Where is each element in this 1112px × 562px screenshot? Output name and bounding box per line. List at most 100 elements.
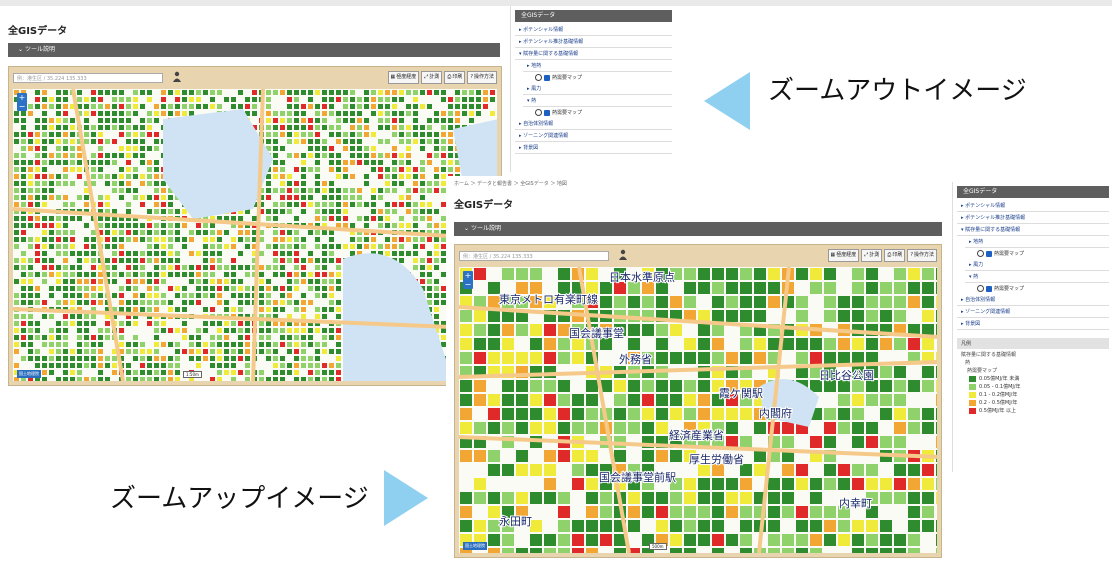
map-frame: 例：港生区 / 35.224 135.333 ▦ 極度経度 ⤢ 計測 ⎙ 印刷 ? 操作… xyxy=(454,244,942,558)
layer-tree-item[interactable]: ▾ 賦存量に関する基礎情報 xyxy=(515,48,672,60)
measure-icon: ⤢ xyxy=(864,252,869,258)
layer-tree-item[interactable]: ▸ ポテンシャル情報 xyxy=(515,24,672,36)
map-attribution: 国土地理院 xyxy=(17,370,41,378)
help-button[interactable]: ? 操作方法 xyxy=(907,249,937,262)
map-tools: ▦ 極度経度 ⤢ 計測 ⎙ 印刷 ? 操作方法 xyxy=(387,71,497,84)
legend-group: 賦存量に関する基礎情報 xyxy=(961,352,1017,358)
layer-label: 熱需要マップ xyxy=(994,286,1025,292)
legend-label: 0.1 - 0.2億MJ/年 xyxy=(979,392,1018,398)
legend-layer: 熱需要マップ xyxy=(967,368,998,374)
map-place-label: 国会議事堂 xyxy=(569,326,624,340)
legend-swatch xyxy=(969,375,976,382)
heat-demand-layer-checkbox[interactable]: 熱需要マップ xyxy=(973,248,1109,259)
streetview-person-icon[interactable] xyxy=(617,249,629,261)
help-button[interactable]: ? 操作方法 xyxy=(467,71,497,84)
streetview-person-icon[interactable] xyxy=(171,71,183,83)
map-place-label: 東京メトロ有楽町線 xyxy=(499,292,598,306)
latlon-label: 極度経度 xyxy=(396,74,417,80)
layer-tree-item[interactable]: ▾ 賦存量に関する基礎情報 xyxy=(957,224,1109,236)
zoom-control[interactable]: + − xyxy=(463,271,473,289)
layer-tree-item[interactable]: ▸ 地熱 xyxy=(523,60,672,72)
map-place-label: 厚生労働省 xyxy=(689,452,744,466)
zoomup-screenshot: ホーム ＞ データと報告書 ＞ 全GISデータ ＞ 地図 全GISデータ ⌄ ツ… xyxy=(446,176,946,560)
tool-description-label: ツール説明 xyxy=(470,225,501,232)
legend-swatch xyxy=(969,383,976,390)
legend-label: 0.5億MJ/年 以上 xyxy=(979,408,1017,414)
help-icon: ? xyxy=(910,252,913,258)
legend-swatch xyxy=(969,399,976,406)
zoomout-layer-panel: 全GISデータ ▸ ポテンシャル情報 ▸ ポテンシャル推計基礎情報 ▾ 賦存量に関す… xyxy=(510,6,676,172)
layer-tree-item[interactable]: ▾ 熱 xyxy=(523,95,672,107)
page-title: 全GISデータ xyxy=(454,200,514,211)
latlon-button[interactable]: ▦ 極度経度 xyxy=(387,71,420,84)
scale-bar: 500m xyxy=(649,543,667,550)
zoomout-caption: ズームアウトイメージ xyxy=(768,76,1027,106)
layer-tree: ▸ ポテンシャル情報 ▸ ポテンシャル推計基礎情報 ▾ 賦存量に関する基礎情報 ▸ 地… xyxy=(953,200,1112,330)
layer-tree-item[interactable]: ▸ 風力 xyxy=(965,259,1109,271)
radio-icon[interactable] xyxy=(535,109,542,116)
layer-tree-item[interactable]: ▸ ポテンシャル推計基礎情報 xyxy=(957,212,1109,224)
layer-tree-item[interactable]: ▾ 熱 xyxy=(965,271,1109,283)
breadcrumb[interactable]: ホーム ＞ データと報告書 ＞ 全GISデータ ＞ 地図 xyxy=(454,180,567,187)
map-place-label: 国会議事堂前駅 xyxy=(599,470,676,484)
legend-label: 0.05 - 0.1億MJ/年 xyxy=(979,384,1021,390)
search-input[interactable]: 例：港生区 / 35.224 135.333 xyxy=(13,73,163,83)
heat-demand-map[interactable]: 日本水準原点 東京メトロ有楽町線 国会議事堂 外務省 日比谷公園 霞ケ関駅 内閣府 経済産業省… xyxy=(459,267,937,553)
legend-entries: 0.05億MJ/年 未満 0.05 - 0.1億MJ/年 0.1 - 0.2億MJ/… xyxy=(953,375,1112,414)
layer-label: 熱需要マップ xyxy=(994,251,1025,257)
layer-tree-item[interactable]: ▸ ゾーニング関連情報 xyxy=(957,306,1109,318)
heat-demand-layer-checkbox[interactable]: 熱需要マップ xyxy=(531,72,672,83)
measure-button[interactable]: ⤢ 計測 xyxy=(421,71,443,84)
print-icon: ⎙ xyxy=(887,252,892,258)
zoomup-layer-panel: 全GISデータ ▸ ポテンシャル情報 ▸ ポテンシャル推計基礎情報 ▾ 賦存量に関す… xyxy=(952,182,1112,472)
heat-demand-map[interactable]: + − 国土地理院 1:50m xyxy=(13,89,497,381)
layer-tree-item[interactable]: ▸ ポテンシャル推計基礎情報 xyxy=(515,36,672,48)
scale-bar: 1:50m xyxy=(183,371,202,378)
layer-tree-item[interactable]: ▸ 風力 xyxy=(523,83,672,95)
print-button[interactable]: ⎙ 印刷 xyxy=(444,71,466,84)
layer-tree-item[interactable]: ▸ 自治体別情報 xyxy=(515,118,672,130)
measure-label: 計測 xyxy=(869,252,880,258)
checkbox-checked-icon[interactable] xyxy=(544,74,550,81)
map-place-label: 永田町 xyxy=(499,514,532,528)
latlon-icon: ▦ xyxy=(830,252,836,258)
latlon-label: 極度経度 xyxy=(836,252,857,258)
radio-icon[interactable] xyxy=(535,74,542,81)
measure-button[interactable]: ⤢ 計測 xyxy=(861,249,883,262)
checkbox-checked-icon[interactable] xyxy=(986,250,992,257)
legend-entry: 0.5億MJ/年 以上 xyxy=(969,407,1112,414)
zoom-control[interactable]: + − xyxy=(17,93,27,111)
legend-entry: 0.05 - 0.1億MJ/年 xyxy=(969,383,1112,390)
latlon-button[interactable]: ▦ 極度経度 xyxy=(827,249,860,262)
print-icon: ⎙ xyxy=(447,74,452,80)
map-place-label: 外務省 xyxy=(619,352,652,366)
map-canvas[interactable]: 日本水準原点東京メトロ有楽町線国会議事堂外務省日比谷公園霞ケ関駅内閣府経済産業省… xyxy=(459,267,937,553)
map-place-label: 日比谷公園 xyxy=(819,369,874,382)
checkbox-checked-icon[interactable] xyxy=(986,285,992,292)
layer-tree-item[interactable]: ▸ 自治体別情報 xyxy=(957,294,1109,306)
layer-tree-item[interactable]: ▸ ゾーニング関連情報 xyxy=(515,130,672,142)
map-tools: ▦ 極度経度 ⤢ 計測 ⎙ 印刷 ? 操作方法 xyxy=(827,249,937,262)
search-input[interactable]: 例：港生区 / 35.224 135.333 xyxy=(459,251,609,261)
legend-label: 0.05億MJ/年 未満 xyxy=(979,376,1020,382)
heat-demand-layer-checkbox[interactable]: 熱需要マップ xyxy=(973,283,1109,294)
layer-tree-item[interactable]: ▸ ポテンシャル情報 xyxy=(957,200,1109,212)
layer-tree-item[interactable]: ▸ 背景図 xyxy=(515,142,672,154)
layer-tree-item[interactable]: ▸ 背景図 xyxy=(957,318,1109,330)
map-place-label: 経済産業省 xyxy=(669,428,724,442)
map-place-label: 内閣府 xyxy=(759,406,792,420)
layer-tree-item[interactable]: ▸ 地熱 xyxy=(965,236,1109,248)
checkbox-checked-icon[interactable] xyxy=(544,109,550,116)
layer-label: 熱需要マップ xyxy=(552,110,583,116)
panel-title: 全GISデータ xyxy=(515,10,672,22)
legend-swatch xyxy=(969,407,976,414)
radio-icon[interactable] xyxy=(977,250,984,257)
tool-description-bar[interactable]: ⌄ ツール説明 xyxy=(8,43,500,57)
print-button[interactable]: ⎙ 印刷 xyxy=(884,249,906,262)
radio-icon[interactable] xyxy=(977,285,984,292)
heat-demand-layer-checkbox[interactable]: 熱需要マップ xyxy=(531,107,672,118)
map-place-label: 日本水準原点 xyxy=(609,270,675,284)
print-label: 印刷 xyxy=(892,252,903,258)
map-canvas[interactable] xyxy=(13,89,497,381)
tool-description-bar[interactable]: ⌄ ツール説明 xyxy=(454,222,942,236)
